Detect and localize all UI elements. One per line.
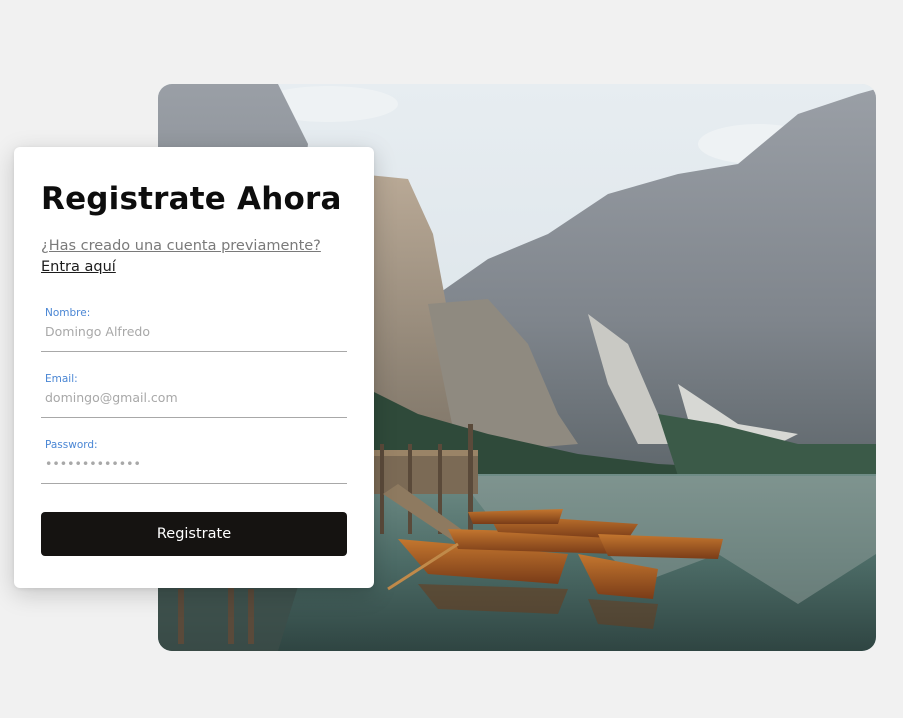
register-button[interactable]: Registrate xyxy=(41,512,347,556)
password-label: Password: xyxy=(45,439,98,451)
name-input[interactable] xyxy=(45,324,341,339)
page-title: Registrate Ahora xyxy=(41,181,342,217)
login-link[interactable]: Entra aquí xyxy=(41,257,116,278)
email-label: Email: xyxy=(45,373,78,385)
login-question: ¿Has creado una cuenta previamente? xyxy=(41,238,321,254)
name-field-group: Nombre: xyxy=(41,299,347,352)
register-card: Registrate Ahora ¿Has creado una cuenta … xyxy=(14,147,374,588)
page: Registrate Ahora ¿Has creado una cuenta … xyxy=(0,0,903,718)
password-field-group: Password: xyxy=(41,431,347,484)
password-input[interactable] xyxy=(45,456,341,471)
name-label: Nombre: xyxy=(45,307,91,319)
email-input[interactable] xyxy=(45,390,341,405)
login-prompt: ¿Has creado una cuenta previamente? Entr… xyxy=(41,236,341,278)
email-field-group: Email: xyxy=(41,365,347,418)
